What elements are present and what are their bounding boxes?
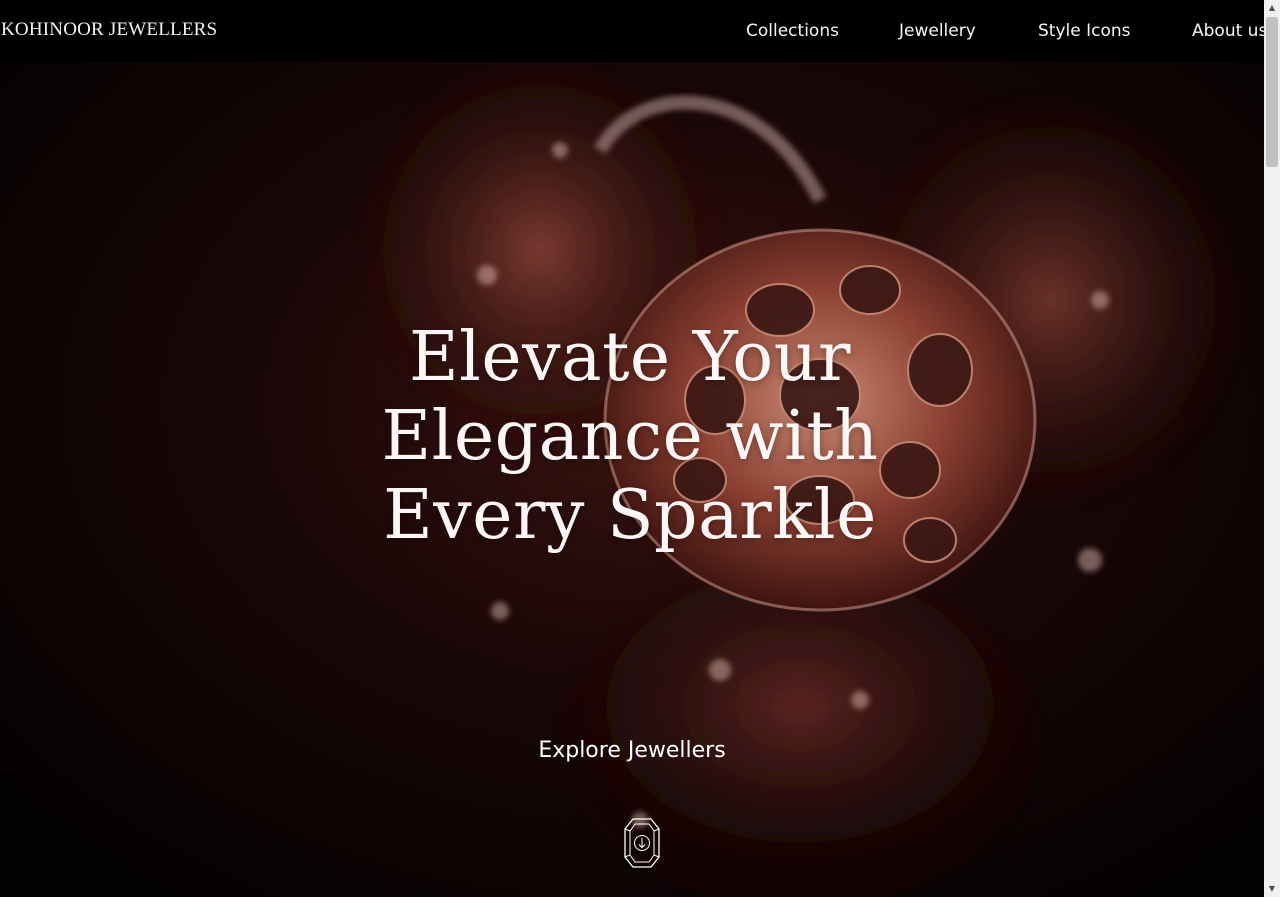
scrollbar-thumb[interactable] [1266,17,1278,167]
scroll-up-arrow-icon[interactable]: ▲ [1264,0,1280,16]
nav-link-style-icons[interactable]: Style Icons [1038,21,1192,41]
nav-link-jewellery[interactable]: Jewellery [899,21,1038,41]
headline-line-2: Elegance with [381,397,879,476]
scroll-down-arrow-icon[interactable]: ▼ [1264,881,1280,897]
headline-line-1: Elevate Your [409,318,851,397]
nav-link-about-us[interactable]: About us [1192,21,1264,41]
nav-link-collections[interactable]: Collections [746,21,899,41]
main-nav: Collections Jewellery Style Icons About … [746,21,1264,41]
gem-down-arrow-icon[interactable] [623,817,661,869]
hero-headline: Elevate Your Elegance with Every Sparkle [330,318,930,555]
explore-jewellers-link[interactable]: Explore Jewellers [482,738,782,763]
headline-line-3: Every Sparkle [383,476,877,555]
page-scrollbar[interactable]: ▲ ▼ [1264,0,1280,897]
top-navigation-bar: KOHINOOR JEWELLERS Collections Jewellery… [0,0,1264,62]
brand-logo-text[interactable]: KOHINOOR JEWELLERS [1,19,217,41]
hero-section: KOHINOOR JEWELLERS Collections Jewellery… [0,0,1264,897]
